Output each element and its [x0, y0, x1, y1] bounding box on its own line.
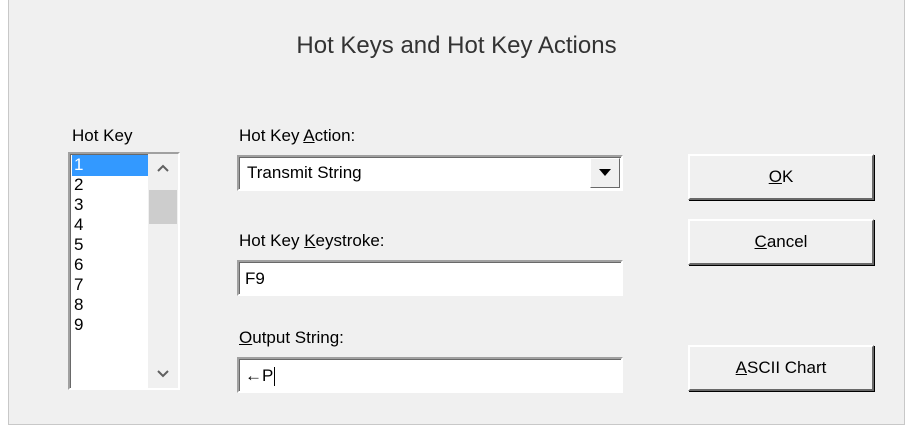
dropdown-arrow-icon — [599, 169, 611, 176]
chevron-up-icon — [157, 164, 169, 172]
cancel-button[interactable]: Cancel — [688, 219, 874, 265]
action-label: Hot Key Action: — [239, 126, 356, 145]
list-item-1[interactable]: 1 — [72, 155, 152, 176]
list-item-5[interactable]: 5 — [72, 235, 152, 256]
list-item-9[interactable]: 9 — [72, 315, 152, 336]
scroll-thumb[interactable] — [149, 190, 177, 224]
hot-key-list-label: Hot Key — [72, 126, 133, 145]
list-item-4[interactable]: 4 — [72, 215, 152, 236]
output-string-value: ←P — [245, 366, 274, 385]
list-item-3[interactable]: 3 — [72, 195, 152, 216]
ok-button[interactable]: OK — [688, 154, 874, 200]
list-item-2[interactable]: 2 — [72, 175, 152, 196]
text-caret — [274, 367, 276, 387]
hot-keys-dialog: Hot Keys and Hot Key Actions Hot Key 1 2… — [8, 0, 905, 425]
chevron-down-icon — [157, 370, 169, 378]
hot-key-listbox[interactable]: 1 2 3 4 5 6 7 8 9 — [68, 152, 180, 390]
dropdown-button[interactable] — [590, 158, 620, 188]
ascii-chart-button[interactable]: A SCII Chart — [688, 345, 874, 391]
list-item-6[interactable]: 6 — [72, 255, 152, 276]
output-string-field[interactable]: ←P — [237, 357, 623, 393]
list-item-8[interactable]: 8 — [72, 295, 152, 316]
scroll-down-button[interactable] — [148, 360, 178, 388]
action-dropdown[interactable]: Transmit String — [237, 155, 623, 191]
scroll-up-button[interactable] — [148, 154, 178, 182]
action-dropdown-value: Transmit String — [247, 163, 362, 182]
output-label: Output String: — [239, 328, 344, 347]
list-item-7[interactable]: 7 — [72, 275, 152, 296]
dialog-title: Hot Keys and Hot Key Actions — [296, 32, 617, 59]
keystroke-label: Hot Key Keystroke: — [239, 231, 385, 250]
list-scrollbar[interactable] — [148, 154, 178, 388]
keystroke-field[interactable]: F9 — [237, 260, 623, 296]
